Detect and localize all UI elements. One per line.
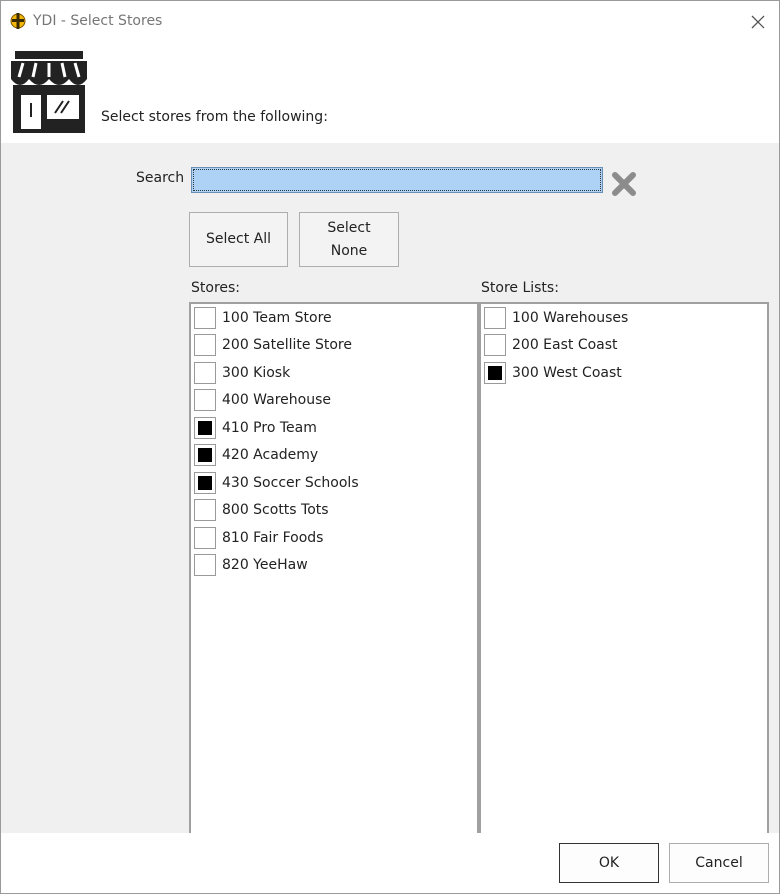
checkbox[interactable] [194, 499, 216, 522]
list-item-label: 300 West Coast [512, 364, 622, 381]
checkbox[interactable] [194, 554, 216, 577]
search-label: Search [136, 170, 185, 186]
list-item-label: 100 Team Store [222, 309, 332, 326]
stores-list[interactable]: 100 Team Store 200 Satellite Store 300 Kio… [189, 302, 479, 842]
list-item-label: 200 Satellite Store [222, 337, 352, 354]
list-item[interactable]: 410 Pro Team [191, 414, 477, 442]
checkbox[interactable] [194, 526, 216, 549]
list-item[interactable]: 430 Soccer Schools [191, 469, 477, 497]
list-item[interactable]: 300 West Coast [481, 359, 767, 387]
dialog-footer: OK Cancel [1, 833, 779, 893]
dialog-body: Search Select All Select None Stores: St… [1, 143, 779, 842]
checkbox[interactable] [484, 361, 506, 384]
list-item-label: 430 Soccer Schools [222, 474, 359, 491]
list-item[interactable]: 800 Scotts Tots [191, 497, 477, 525]
cancel-label: Cancel [695, 854, 743, 871]
list-item[interactable]: 820 YeeHaw [191, 552, 477, 580]
dialog-header: Select stores from the following: [1, 43, 779, 143]
select-none-line1: Select [327, 220, 371, 237]
search-input[interactable] [191, 167, 603, 193]
store-lists-label: Store Lists: [481, 280, 559, 296]
stores-label: Stores: [191, 280, 241, 296]
cancel-button[interactable]: Cancel [669, 843, 769, 883]
storefront-icon [11, 51, 87, 133]
clear-x-icon[interactable] [611, 171, 637, 197]
list-item-label: 100 Warehouses [512, 309, 629, 326]
list-item-label: 810 Fair Foods [222, 529, 324, 546]
select-all-label: Select All [206, 231, 271, 248]
instruction-text: Select stores from the following: [101, 109, 328, 125]
list-item[interactable]: 200 East Coast [481, 332, 767, 360]
list-item-label: 200 East Coast [512, 337, 618, 354]
list-item[interactable]: 100 Warehouses [481, 304, 767, 332]
select-all-button[interactable]: Select All [189, 212, 288, 267]
list-item[interactable]: 100 Team Store [191, 304, 477, 332]
list-item-label: 300 Kiosk [222, 364, 291, 381]
checkbox[interactable] [194, 361, 216, 384]
checkbox[interactable] [484, 306, 506, 329]
list-item-label: 420 Academy [222, 447, 319, 464]
checkbox[interactable] [194, 334, 216, 357]
list-item-label: 820 YeeHaw [222, 557, 308, 574]
list-item[interactable]: 400 Warehouse [191, 387, 477, 415]
select-none-line2: None [330, 242, 368, 259]
ok-button[interactable]: OK [559, 843, 659, 883]
list-item[interactable]: 810 Fair Foods [191, 524, 477, 552]
list-item[interactable]: 420 Academy [191, 442, 477, 470]
list-item-label: 410 Pro Team [222, 419, 317, 436]
ok-label: OK [598, 854, 620, 871]
list-item[interactable]: 300 Kiosk [191, 359, 477, 387]
ydi-app-icon [10, 13, 26, 29]
select-stores-dialog: YDI - Select Stores Select stores from t… [0, 0, 780, 894]
checkbox[interactable] [194, 471, 216, 494]
select-none-button[interactable]: Select None [299, 212, 399, 267]
checkbox[interactable] [194, 444, 216, 467]
store-lists-list[interactable]: 100 Warehouses 200 East Coast 300 West Coa… [479, 302, 769, 842]
checkbox[interactable] [194, 416, 216, 439]
checkbox[interactable] [484, 334, 506, 357]
title-bar: YDI - Select Stores [1, 1, 779, 43]
list-item-label: 400 Warehouse [222, 392, 331, 409]
window-title: YDI - Select Stores [33, 13, 163, 29]
select-none-label: Select None [327, 217, 370, 262]
list-item[interactable]: 200 Satellite Store [191, 332, 477, 360]
checkbox[interactable] [194, 389, 216, 412]
checkbox[interactable] [194, 306, 216, 329]
list-item-label: 800 Scotts Tots [222, 502, 329, 519]
close-icon[interactable] [749, 13, 767, 31]
